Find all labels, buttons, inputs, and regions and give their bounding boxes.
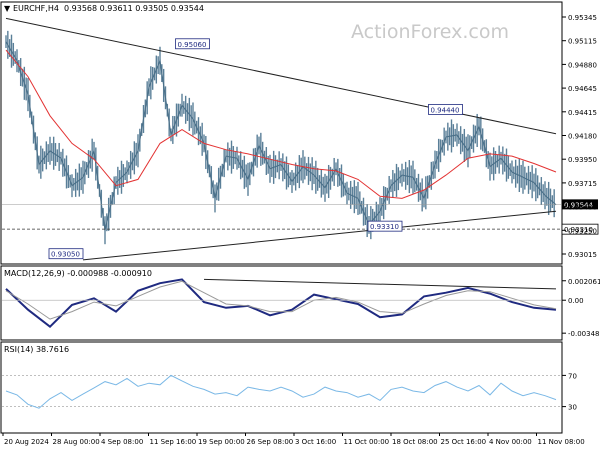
x-tick-label: 18 Oct 08:00 <box>392 438 438 446</box>
rsi-panel-header: RSI(14) 38.7616 <box>4 345 69 354</box>
x-tick-label: 3 Oct 16:00 <box>295 438 336 446</box>
x-tick-label: 11 Sep 16:00 <box>150 438 197 446</box>
macd-y-tick-label: -0.003489 <box>568 330 600 338</box>
price-y-tick-label: 0.94645 <box>568 85 597 93</box>
x-tick-label: 28 Aug 00:00 <box>53 438 100 446</box>
rsi-y-tick-label: 70 <box>568 372 577 380</box>
price-y-tick-label: 0.93950 <box>568 156 597 164</box>
x-tick-label: 19 Sep 00:00 <box>198 438 245 446</box>
price-panel-header: EURCHF,H4 0.93568 0.93611 0.93505 0.9354… <box>13 4 204 13</box>
price-y-tick-label: 0.95115 <box>568 38 597 46</box>
price-y-tick-label: 0.93250 <box>568 227 597 235</box>
x-tick-label: 26 Sep 08:00 <box>247 438 294 446</box>
price-annotation-label: 0.93310 <box>370 223 399 231</box>
price-y-tick-label: 0.94180 <box>568 133 597 141</box>
x-tick-label: 20 Aug 2024 <box>4 438 49 446</box>
price-y-tick-label: 0.93715 <box>568 180 597 188</box>
price-y-tick-label: 0.93480 <box>568 204 597 212</box>
price-annotation-label: 0.94440 <box>431 106 460 114</box>
price-symbol-marker: ▼ <box>4 4 11 13</box>
price-y-tick-label: 0.94880 <box>568 61 597 69</box>
x-tick-label: 4 Sep 08:00 <box>101 438 143 446</box>
price-y-tick-label: 0.95345 <box>568 14 597 22</box>
price-annotation-label: 0.93050 <box>51 251 80 259</box>
forex-chart: ActionForex.com 0.935440.933100.930500.9… <box>0 1 600 446</box>
rsi-y-tick-label: 30 <box>568 404 577 412</box>
macd-y-tick-label: 0.00 <box>568 297 584 305</box>
x-tick-label: 4 Nov 00:00 <box>489 438 532 446</box>
y-axis-ticks: 0.95345 0.95115 0.94880 0.94645 0.94415 0.941… <box>562 14 600 412</box>
watermark: ActionForex.com <box>351 21 509 43</box>
x-tick-label: 11 Oct 00:00 <box>344 438 390 446</box>
price-annotation-label: 0.95060 <box>178 41 207 49</box>
price-y-tick-label: 0.93015 <box>568 251 597 259</box>
macd-panel-header: MACD(12,26,9) -0.000988 -0.000910 <box>4 269 152 278</box>
macd-y-tick-label: 0.002061 <box>568 278 600 286</box>
x-tick-label: 25 Oct 16:00 <box>441 438 487 446</box>
price-y-tick-label: 0.94415 <box>568 109 597 117</box>
x-tick-label: 11 Nov 08:00 <box>538 438 585 446</box>
x-axis-ticks: 20 Aug 2024 28 Aug 00:00 4 Sep 08:00 11 Sep… <box>2 433 585 446</box>
